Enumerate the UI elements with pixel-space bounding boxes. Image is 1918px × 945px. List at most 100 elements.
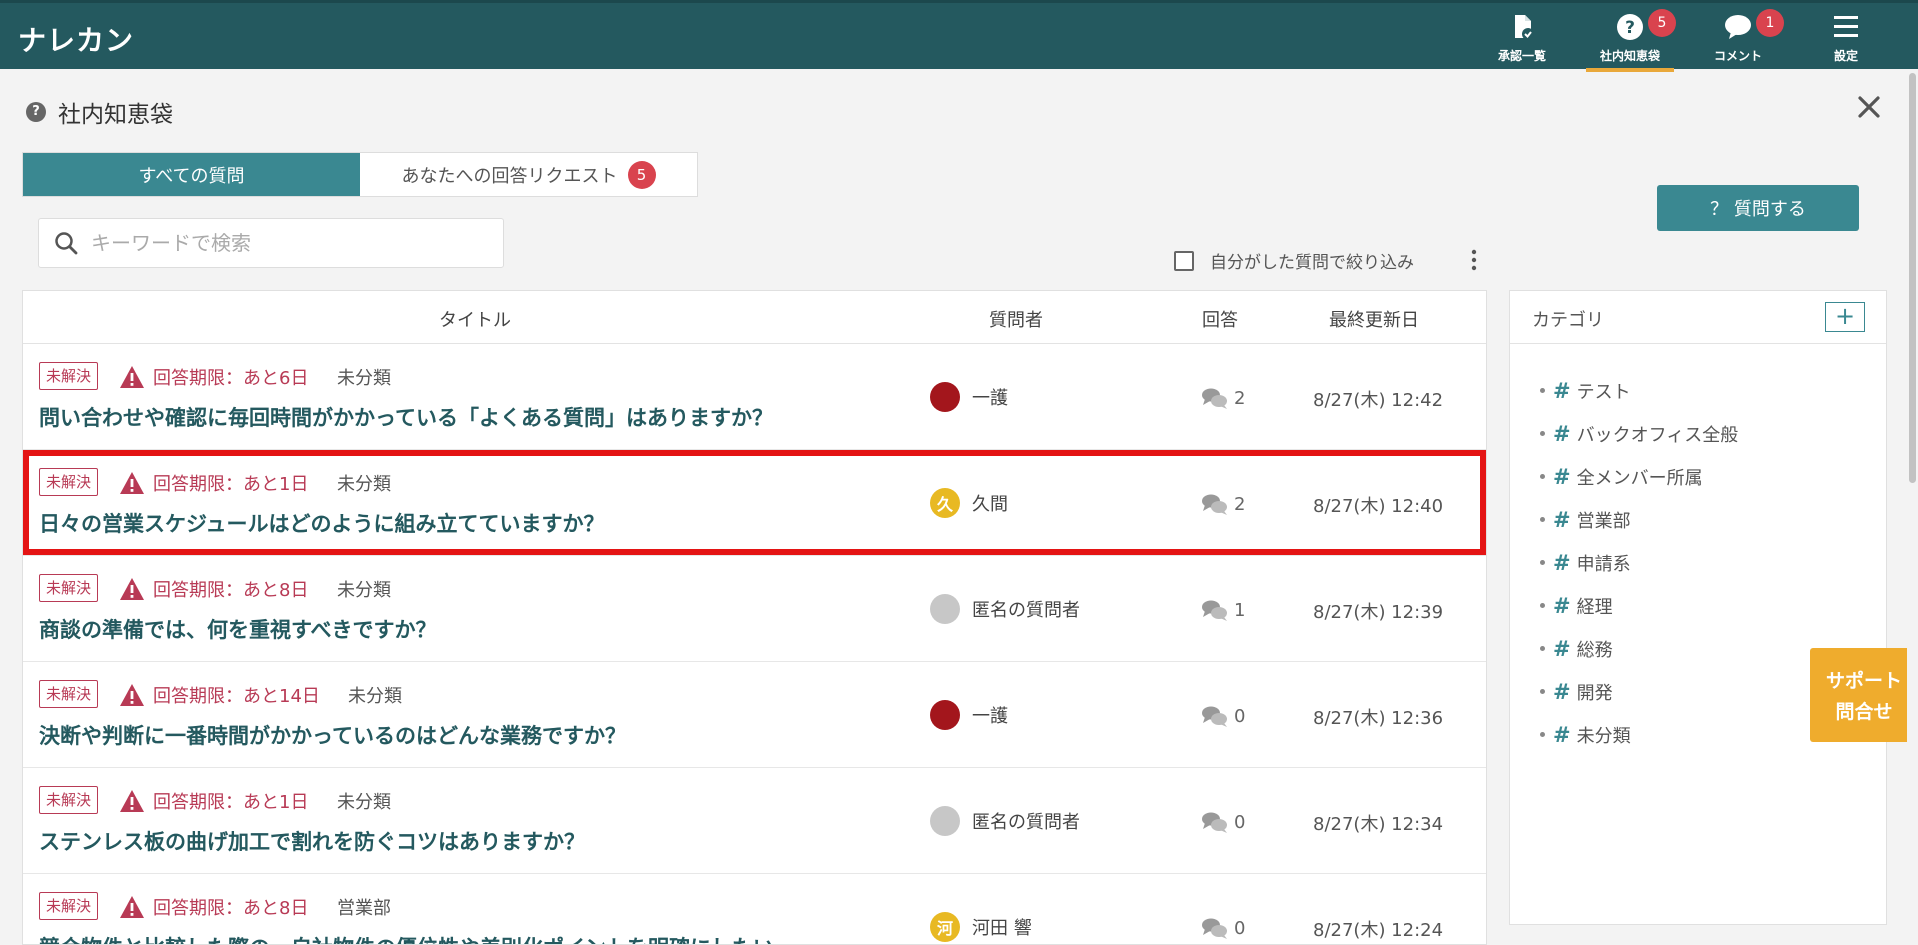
avatar: 河 — [930, 912, 960, 942]
row-category[interactable]: 未分類 — [337, 576, 391, 602]
comment-bubble-icon — [1725, 15, 1751, 39]
tab-answer-requests[interactable]: あなたへの回答リクエスト 5 — [360, 153, 697, 196]
question-title[interactable]: 問い合わせや確認に毎回時間がかかっている「よくある質問」はありますか？ — [39, 402, 773, 432]
bullet-dot — [1540, 646, 1545, 651]
avatar — [930, 382, 960, 412]
avatar — [930, 700, 960, 730]
support-line2: 問合せ — [1835, 701, 1893, 723]
category-item[interactable]: # 未分類 — [1540, 713, 1738, 756]
question-title[interactable]: 競合物件と比較した際の、自社物件の優位性や差別化ポイントを明確にしたい — [39, 932, 774, 944]
row-category[interactable]: 営業部 — [337, 894, 391, 920]
tab-requests-label: あなたへの回答リクエスト — [401, 165, 618, 187]
nav-comments-badge: 1 — [1756, 9, 1784, 37]
hash-icon: # — [1553, 464, 1571, 489]
updated-date: 8/27(木) 12:42 — [1313, 390, 1444, 411]
nav-knowledge[interactable]: ? 5 社内知恵袋 — [1580, 3, 1680, 72]
tab-all-questions[interactable]: すべての質問 — [23, 153, 360, 196]
col-title-header[interactable]: タイトル — [439, 306, 511, 332]
status-badge: 未解決 — [39, 362, 99, 390]
nav-settings[interactable]: 設定 — [1796, 3, 1896, 72]
close-icon[interactable] — [1852, 90, 1886, 124]
more-options-icon[interactable] — [1468, 247, 1480, 273]
table-row[interactable]: 未解決 回答期限：あと8日 未分類 商談の準備では、何を重視すべきですか？ 匿名の質問者… — [23, 556, 1486, 662]
app-logo[interactable]: ナレカン — [18, 19, 134, 59]
category-item[interactable]: # 申請系 — [1540, 541, 1738, 584]
bullet-dot — [1540, 388, 1545, 393]
category-label: 未分類 — [1576, 725, 1631, 747]
col-updated-header[interactable]: 最終更新日 — [1329, 306, 1419, 332]
row-category[interactable]: 未分類 — [337, 470, 391, 496]
row-category[interactable]: 未分類 — [337, 364, 391, 390]
answer-count: 0 — [1200, 810, 1245, 834]
category-item[interactable]: # 全メンバー所属 — [1540, 455, 1738, 498]
category-label: 開発 — [1576, 682, 1613, 704]
col-answers-header[interactable]: 回答 — [1202, 306, 1238, 332]
category-panel: カテゴリ + # テスト # バックオフィス全般 # 全メンバー所属 # 営業部 # 申請系 # 経理… — [1509, 290, 1887, 925]
table-row[interactable]: 未解決 回答期限：あと1日 未分類 ステンレス板の曲げ加工で割れを防ぐコツはありますか… — [23, 768, 1486, 874]
comments-icon — [1202, 918, 1227, 939]
table-row[interactable]: 未解決 回答期限：あと8日 営業部競合物件と比較した際の、自社物件の優位性や差別化ポ… — [23, 874, 1486, 944]
category-item[interactable]: # 開発 — [1540, 670, 1738, 713]
nav-comments[interactable]: 1 コメント — [1688, 3, 1788, 72]
asker: 匿名の質問者 — [930, 594, 1080, 624]
category-header: カテゴリ + — [1510, 291, 1886, 344]
filter-label: 自分がした質問で絞り込み — [1210, 253, 1414, 273]
asker-name: 河田 響 — [972, 918, 1032, 939]
category-item[interactable]: # テスト — [1540, 369, 1738, 412]
bullet-dot — [1540, 431, 1545, 436]
asker-name: 一護 — [972, 706, 1008, 727]
col-asker-header[interactable]: 質問者 — [989, 306, 1043, 332]
asker: 匿名の質問者 — [930, 806, 1080, 836]
support-contact-button[interactable]: サポート 問合せ — [1810, 648, 1918, 742]
approval-doc-icon — [1515, 15, 1534, 40]
category-label: テスト — [1576, 381, 1631, 403]
questions-table: タイトル 質問者 回答 最終更新日 未解決 回答期限：あと6日 未分類 問い合わせや確… — [22, 290, 1487, 945]
row-category[interactable]: 未分類 — [337, 788, 391, 814]
question-title[interactable]: 日々の営業スケジュールはどのように組み立てていますか？ — [39, 508, 605, 538]
question-title[interactable]: 商談の準備では、何を重視すべきですか？ — [39, 614, 437, 644]
asker: 久久間 — [930, 488, 1008, 518]
question-title[interactable]: ステンレス板の曲げ加工で割れを防ぐコツはありますか？ — [39, 826, 585, 856]
hash-icon: # — [1553, 679, 1571, 704]
requests-count-badge: 5 — [627, 160, 656, 189]
category-item[interactable]: # バックオフィス全般 — [1540, 412, 1738, 455]
answer-count: 2 — [1200, 386, 1245, 410]
my-questions-filter[interactable]: 自分がした質問で絞り込み — [1174, 248, 1414, 273]
hash-icon: # — [1553, 550, 1571, 575]
status-badge: 未解決 — [39, 680, 99, 708]
deadline-text: 回答期限：あと8日 — [153, 898, 309, 919]
comments-icon — [1202, 706, 1227, 727]
warning-icon — [120, 790, 144, 812]
search-input[interactable] — [91, 231, 481, 255]
ask-question-button[interactable]: ？ 質問する — [1657, 185, 1859, 231]
table-row[interactable]: 未解決 回答期限：あと1日 未分類 日々の営業スケジュールはどのように組み立てています… — [23, 450, 1486, 556]
warning-icon — [120, 472, 144, 494]
updated-date: 8/27(木) 12:36 — [1313, 708, 1444, 729]
category-label: 申請系 — [1576, 553, 1631, 575]
bullet-dot — [1540, 603, 1545, 608]
page-scrollbar[interactable] — [1907, 69, 1918, 945]
question-tabs: すべての質問 あなたへの回答リクエスト 5 — [22, 152, 698, 197]
nav-approval-list[interactable]: 承認一覧 — [1472, 3, 1572, 72]
table-row[interactable]: 未解決 回答期限：あと6日 未分類 問い合わせや確認に毎回時間がかかっている「よくある… — [23, 344, 1486, 450]
hash-icon: # — [1553, 507, 1571, 532]
answer-count-value: 0 — [1234, 705, 1246, 727]
add-category-button[interactable]: + — [1825, 302, 1865, 332]
table-row[interactable]: 未解決 回答期限：あと14日 未分類決断や判断に一番時間がかかっているのはどんな業務… — [23, 662, 1486, 768]
deadline-text: 回答期限：あと1日 — [153, 792, 309, 813]
page-heading: ? 社内知恵袋 — [26, 95, 173, 129]
question-circle-icon: ? — [1617, 14, 1643, 40]
category-item[interactable]: # 総務 — [1540, 627, 1738, 670]
asker: 一護 — [930, 382, 1008, 412]
comments-icon — [1202, 812, 1227, 833]
scrollbar-thumb[interactable] — [1909, 73, 1916, 483]
deadline-text: 回答期限：あと14日 — [153, 686, 320, 707]
category-item[interactable]: # 営業部 — [1540, 498, 1738, 541]
filter-checkbox[interactable] — [1174, 250, 1194, 271]
category-label: 営業部 — [1576, 510, 1631, 532]
answer-count: 0 — [1200, 916, 1245, 940]
top-bar: ナレカン 承認一覧 ? 5 社内知恵袋 1 コメント 設定 — [0, 0, 1918, 72]
category-item[interactable]: # 経理 — [1540, 584, 1738, 627]
row-category[interactable]: 未分類 — [348, 682, 402, 708]
question-title[interactable]: 決断や判断に一番時間がかかっているのはどんな業務ですか？ — [39, 720, 626, 750]
